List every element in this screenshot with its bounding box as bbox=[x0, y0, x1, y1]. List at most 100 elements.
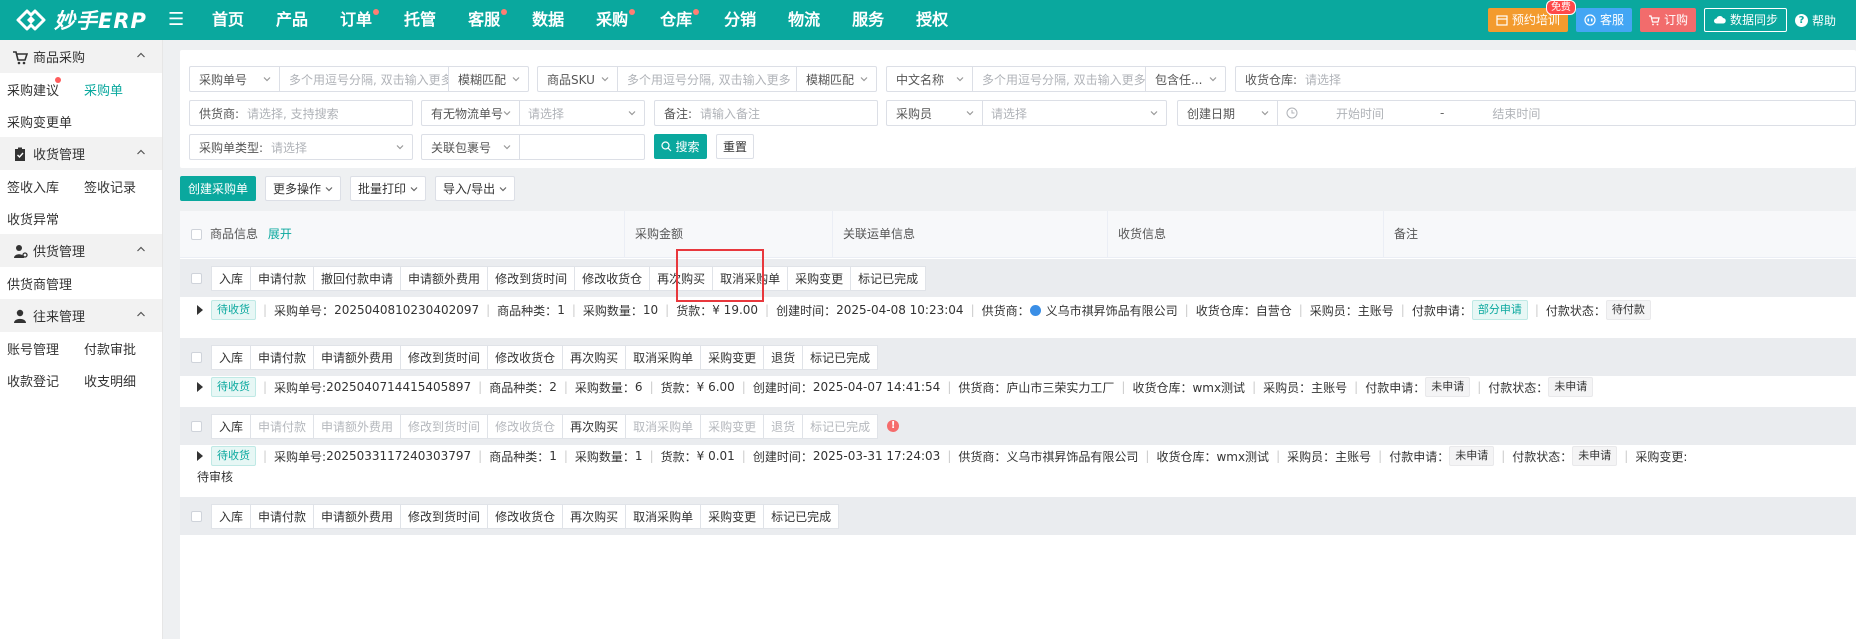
nav-item-6[interactable]: 采购 bbox=[580, 0, 644, 40]
nav-item-10[interactable]: 服务 bbox=[836, 0, 900, 40]
expand-row-icon[interactable] bbox=[197, 451, 203, 461]
order-action-button[interactable]: 采购变更 bbox=[700, 344, 765, 370]
subscribe-button[interactable]: 订购 bbox=[1639, 8, 1696, 32]
sidebar-item[interactable]: 收支明细 bbox=[77, 371, 154, 390]
chinese-name-field-select[interactable]: 中文名称 bbox=[887, 67, 973, 91]
select-all-checkbox[interactable] bbox=[191, 229, 202, 240]
chinese-name-input[interactable]: 多个用逗号分隔, 双击输入更多 bbox=[973, 71, 1145, 88]
date-field-select[interactable]: 创建日期 bbox=[1178, 101, 1278, 125]
customer-service-button[interactable]: 客服 bbox=[1575, 8, 1632, 32]
sku-match-select[interactable]: 模糊匹配 bbox=[796, 67, 876, 91]
order-checkbox[interactable] bbox=[191, 420, 202, 432]
more-actions-dropdown[interactable]: 更多操作 bbox=[265, 176, 342, 201]
order-action-button[interactable]: 修改到货时间 bbox=[400, 344, 489, 370]
order-action-button[interactable]: 申请额外费用 bbox=[313, 344, 402, 370]
reset-button[interactable]: 重置 bbox=[716, 134, 754, 159]
order-action-button[interactable]: 标记已完成 bbox=[802, 344, 879, 370]
order-action-button[interactable]: 申请额外费用 bbox=[400, 265, 489, 291]
po-match-select[interactable]: 模糊匹配 bbox=[448, 67, 528, 91]
sku-field-select[interactable]: 商品SKU bbox=[538, 67, 618, 91]
order-action-button[interactable]: 修改到货时间 bbox=[487, 265, 576, 291]
order-action-button[interactable]: 再次购买 bbox=[562, 503, 627, 529]
sidebar-group-1[interactable]: 收货管理 bbox=[0, 137, 162, 170]
sidebar-item[interactable]: 采购变更单 bbox=[0, 112, 77, 131]
help-link[interactable]: ? 帮助 bbox=[1794, 12, 1856, 29]
order-action-button[interactable]: 入库 bbox=[211, 413, 252, 439]
order-action-button[interactable]: 取消采购单 bbox=[625, 344, 702, 370]
order-action-button[interactable]: 取消采购单 bbox=[625, 503, 702, 529]
order-action-button[interactable]: 再次购买 bbox=[562, 344, 627, 370]
nav-item-5[interactable]: 数据 bbox=[516, 0, 580, 40]
nav-item-3[interactable]: 托管 bbox=[388, 0, 452, 40]
chinese-name-match-select[interactable]: 包含任... bbox=[1145, 67, 1225, 91]
order-action-button[interactable]: 申请付款 bbox=[250, 344, 315, 370]
po-number-input[interactable]: 多个用逗号分隔, 双击输入更多 bbox=[280, 71, 448, 88]
sidebar-item[interactable]: 付款审批 bbox=[77, 339, 154, 358]
sidebar-group-2[interactable]: 供货管理 bbox=[0, 234, 162, 267]
po-number-field-select[interactable]: 采购单号 bbox=[190, 67, 280, 91]
remark-filter[interactable]: 备注: 请输入备注 bbox=[654, 100, 878, 126]
order-action-button[interactable]: 采购变更 bbox=[787, 265, 852, 291]
order-action-button[interactable]: 修改收货仓 bbox=[487, 344, 564, 370]
order-action-button[interactable]: 撤回付款申请 bbox=[313, 265, 402, 291]
sidebar-item[interactable]: 签收记录 bbox=[77, 177, 154, 196]
buyer-select-placeholder[interactable]: 请选择 bbox=[983, 105, 1027, 122]
package-field-select[interactable]: 关联包裹号 bbox=[422, 135, 520, 159]
expand-row-icon[interactable] bbox=[197, 382, 203, 392]
nav-item-1[interactable]: 产品 bbox=[260, 0, 324, 40]
book-training-button[interactable]: 预约培训 免费 bbox=[1487, 0, 1576, 32]
supplier-filter[interactable]: 供货商: 请选择, 支持搜索 bbox=[189, 100, 413, 126]
supplier-name-value[interactable]: 义乌市祺昇饰品有限公司 bbox=[1006, 448, 1138, 465]
order-action-button[interactable]: 申请付款 bbox=[250, 265, 315, 291]
warning-icon[interactable]: ! bbox=[887, 420, 900, 432]
sidebar-item[interactable]: 采购建议 bbox=[0, 76, 77, 99]
sidebar-item[interactable]: 采购单 bbox=[77, 80, 154, 99]
sidebar-item[interactable]: 账号管理 bbox=[0, 339, 77, 358]
warehouse-filter[interactable]: 收货仓库: 请选择 bbox=[1235, 66, 1856, 92]
order-action-button[interactable]: 入库 bbox=[211, 344, 252, 370]
sidebar-item[interactable]: 收货异常 bbox=[0, 209, 77, 228]
order-action-button[interactable]: 修改收货仓 bbox=[487, 503, 564, 529]
batch-print-dropdown[interactable]: 批量打印 bbox=[350, 176, 427, 201]
order-checkbox[interactable] bbox=[191, 272, 202, 284]
buyer-field-select[interactable]: 采购员 bbox=[887, 101, 983, 125]
sidebar-item[interactable]: 供货商管理 bbox=[0, 274, 77, 293]
logistics-select-placeholder[interactable]: 请选择 bbox=[520, 105, 564, 122]
order-action-button[interactable]: 采购变更 bbox=[700, 503, 765, 529]
expand-row-icon[interactable] bbox=[197, 305, 203, 315]
supplier-name-value[interactable]: 庐山市三荣实力工厂 bbox=[1006, 379, 1114, 396]
sidebar-item[interactable]: 收款登记 bbox=[0, 371, 77, 390]
po-type-filter[interactable]: 采购单类型: 请选择 bbox=[189, 134, 413, 160]
order-action-button[interactable]: 入库 bbox=[211, 503, 252, 529]
order-action-button[interactable]: 标记已完成 bbox=[763, 503, 840, 529]
nav-item-0[interactable]: 首页 bbox=[196, 0, 260, 40]
order-action-button[interactable]: 修改收货仓 bbox=[574, 265, 651, 291]
expand-all-link[interactable]: 展开 bbox=[268, 227, 292, 241]
sku-input[interactable]: 多个用逗号分隔, 双击输入更多 bbox=[618, 71, 796, 88]
nav-item-2[interactable]: 订单 bbox=[324, 0, 388, 40]
nav-item-4[interactable]: 客服 bbox=[452, 0, 516, 40]
start-date-input[interactable]: 开始时间 bbox=[1328, 105, 1422, 122]
sidebar-item[interactable]: 签收入库 bbox=[0, 177, 77, 196]
nav-item-8[interactable]: 分销 bbox=[708, 0, 772, 40]
nav-item-9[interactable]: 物流 bbox=[772, 0, 836, 40]
order-action-button[interactable]: 再次购买 bbox=[562, 413, 627, 439]
sidebar-group-3[interactable]: 往来管理 bbox=[0, 299, 162, 332]
import-export-dropdown[interactable]: 导入/导出 bbox=[435, 176, 516, 201]
app-logo[interactable]: 妙手ERP bbox=[14, 4, 147, 36]
create-po-button[interactable]: 创建采购单 bbox=[180, 176, 257, 201]
end-date-input[interactable]: 结束时间 bbox=[1484, 105, 1540, 122]
data-sync-button[interactable]: 数据同步 bbox=[1703, 8, 1787, 32]
order-checkbox[interactable] bbox=[191, 351, 202, 363]
order-action-button[interactable]: 申请付款 bbox=[250, 503, 315, 529]
nav-item-7[interactable]: 仓库 bbox=[644, 0, 708, 40]
search-button[interactable]: 搜索 bbox=[654, 134, 707, 159]
logistics-field-select[interactable]: 有无物流单号 bbox=[422, 101, 520, 125]
sidebar-group-0[interactable]: 商品采购 bbox=[0, 40, 162, 73]
order-action-button[interactable]: 修改到货时间 bbox=[400, 503, 489, 529]
order-checkbox[interactable] bbox=[191, 510, 202, 522]
order-action-button[interactable]: 入库 bbox=[211, 265, 252, 291]
order-action-button[interactable]: 退货 bbox=[763, 344, 804, 370]
supplier-name-value[interactable]: 义乌市祺昇饰品有限公司 bbox=[1046, 302, 1178, 319]
menu-toggle-icon[interactable]: ☰ bbox=[168, 9, 184, 30]
